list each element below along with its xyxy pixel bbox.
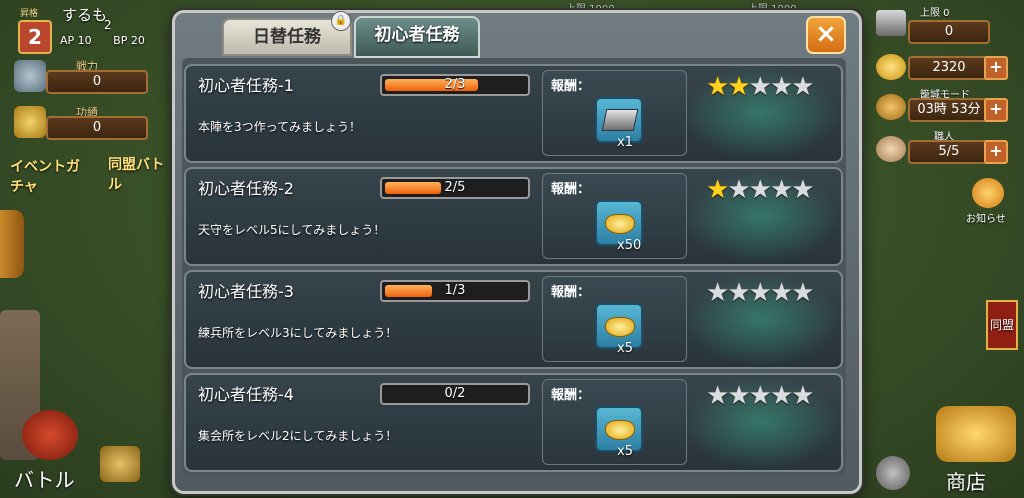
worker-face-icon [876, 136, 906, 162]
add-worker-button[interactable]: + [984, 140, 1008, 164]
mission-description: 練兵所をレベル3にしてみましょう！ [198, 326, 398, 340]
reward-quantity: x1 [617, 135, 633, 150]
star-empty-icon: ★ [727, 175, 750, 205]
ap-value: AP 10 [60, 34, 92, 47]
mission-progress-bar: 2/5 [380, 177, 530, 199]
reward-label: 報酬： [551, 388, 591, 403]
right-limit-value: 0 [908, 20, 990, 44]
event-gacha-banner[interactable]: イベントガチャ [10, 156, 90, 196]
close-button[interactable]: × [806, 16, 846, 54]
bp-value: BP 20 [113, 34, 145, 47]
star-rating: ★★★★★ [706, 278, 815, 308]
mission-row[interactable]: 初心者任務-1 2/3 本陣を3つ作ってみましょう！ 報酬： x1 ★★★★★ [184, 64, 843, 163]
alliance-flag[interactable]: 同盟 [986, 300, 1018, 350]
gold-ingot-icon [876, 54, 906, 80]
reward-label: 報酬： [551, 79, 591, 94]
star-rating: ★★★★★ [706, 175, 815, 205]
mission-row[interactable]: 初心者任務-3 1/3 練兵所をレベル3にしてみましょう！ 報酬： x5 ★★★★★ [184, 270, 843, 369]
progress-text: 0/2 [444, 386, 466, 401]
merit-trophy-icon [14, 106, 46, 138]
right-limit-label: 上限 0 [920, 8, 950, 19]
battle-drum-icon[interactable] [22, 410, 78, 460]
gold-value: 2320 [908, 56, 990, 80]
add-gold-button[interactable]: + [984, 56, 1008, 80]
settings-gear-icon[interactable] [876, 456, 910, 490]
add-siege-button[interactable]: + [984, 98, 1008, 122]
mission-progress-bar: 2/3 [380, 74, 530, 96]
power-value: 0 [46, 70, 148, 94]
star-empty-icon: ★ [748, 278, 772, 308]
reward-box[interactable]: 報酬： x50 [542, 173, 687, 259]
battle-label[interactable]: バトル [14, 464, 75, 493]
lock-icon: 🔒 [331, 11, 351, 31]
scroll-icon[interactable] [100, 446, 140, 482]
star-empty-icon: ★ [706, 381, 729, 411]
progress-text: 2/3 [444, 77, 466, 92]
star-rating: ★★★★★ [706, 381, 815, 411]
mission-description: 本陣を3つ作ってみましょう！ [198, 120, 362, 134]
tab-beginner-missions[interactable]: 初心者任務 [354, 16, 480, 58]
reward-label: 報酬： [551, 285, 591, 300]
star-empty-icon: ★ [791, 72, 814, 102]
star-empty-icon: ★ [769, 381, 793, 411]
mission-description: 集会所をレベル2にしてみましょう！ [198, 429, 398, 443]
star-empty-icon: ★ [791, 278, 814, 308]
mission-row[interactable]: 初心者任務-2 2/5 天守をレベル5にしてみましょう！ 報酬： x50 ★★★★★ [184, 167, 843, 266]
level-caption: 昇格 [20, 9, 39, 19]
mission-progress-bar: 1/3 [380, 280, 530, 302]
mission-title: 初心者任務-2 [198, 179, 294, 198]
reward-quantity: x5 [617, 341, 633, 356]
star-empty-icon: ★ [727, 381, 750, 411]
crossed-swords-icon [14, 60, 46, 92]
mission-title: 初心者任務-1 [198, 76, 294, 95]
reward-label: 報酬： [551, 182, 591, 197]
mission-description: 天守をレベル5にしてみましょう！ [198, 223, 386, 237]
iron-ingot-icon [876, 10, 906, 36]
star-filled-icon: ★ [706, 72, 729, 102]
ap-bp-readout: AP 10 BP 20 [60, 34, 145, 47]
star-rating: ★★★★★ [706, 72, 815, 102]
star-empty-icon: ★ [769, 278, 793, 308]
reward-box[interactable]: 報酬： x5 [542, 276, 687, 362]
reward-quantity: x50 [617, 238, 642, 253]
star-empty-icon: ★ [748, 381, 772, 411]
mission-progress-bar: 0/2 [380, 383, 530, 405]
star-empty-icon: ★ [791, 175, 814, 205]
star-filled-icon: ★ [706, 175, 729, 205]
notice-label[interactable]: お知らせ [966, 210, 1006, 225]
notice-bell-icon[interactable] [972, 178, 1004, 208]
player-number: 2 [104, 18, 112, 32]
star-empty-icon: ★ [748, 72, 772, 102]
shop-label[interactable]: 商店 [946, 466, 986, 495]
lion-crest-icon [876, 94, 906, 120]
reward-box[interactable]: 報酬： x1 [542, 70, 687, 156]
star-empty-icon: ★ [727, 278, 750, 308]
siege-time-value: 03時 53分 [908, 98, 990, 122]
player-name: するも [62, 6, 108, 24]
star-empty-icon: ★ [748, 175, 772, 205]
star-empty-icon: ★ [769, 175, 793, 205]
star-empty-icon: ★ [791, 381, 814, 411]
reward-box[interactable]: 報酬： x5 [542, 379, 687, 465]
reward-quantity: x5 [617, 444, 633, 459]
progress-text: 2/5 [444, 180, 466, 195]
side-menu-arrow-icon[interactable] [0, 210, 24, 278]
treasure-pile-icon[interactable] [936, 406, 1016, 462]
star-empty-icon: ★ [769, 72, 793, 102]
player-level-badge[interactable]: 2 [18, 20, 52, 54]
star-filled-icon: ★ [727, 72, 750, 102]
progress-text: 1/3 [444, 283, 466, 298]
mission-title: 初心者任務-3 [198, 282, 294, 301]
alliance-battle-banner[interactable]: 同盟バトル [108, 154, 168, 194]
workers-value: 5/5 [908, 140, 990, 164]
mission-title: 初心者任務-4 [198, 385, 294, 404]
star-empty-icon: ★ [706, 278, 729, 308]
merit-value: 0 [46, 116, 148, 140]
mission-row[interactable]: 初心者任務-4 0/2 集会所をレベル2にしてみましょう！ 報酬： x5 ★★★★★ [184, 373, 843, 472]
